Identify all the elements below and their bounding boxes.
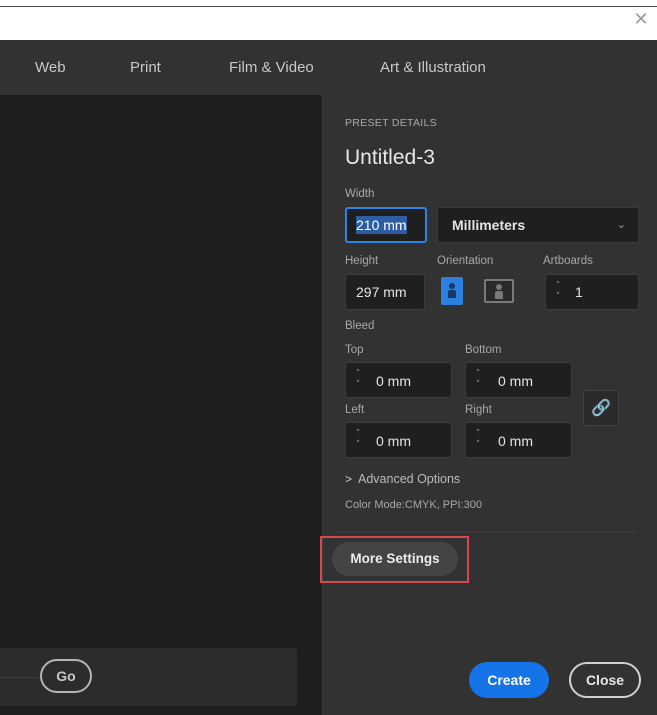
preset-details-heading: PRESET DETAILS (345, 117, 437, 129)
close-button[interactable]: Close (569, 662, 641, 698)
advanced-options-label: Advanced Options (358, 472, 461, 486)
stepper-up-icon[interactable]: ˄ (552, 281, 564, 292)
bleed-bottom-label: Bottom (465, 344, 502, 356)
bleed-label: Bleed (345, 320, 375, 332)
bleed-right-value: 0 mm (498, 433, 533, 449)
color-mode-info: Color Mode:CMYK, PPI:300 (345, 499, 482, 511)
stepper-down-icon[interactable]: ˅ (472, 440, 484, 451)
units-value: Millimeters (452, 217, 526, 233)
bleed-bottom-value: 0 mm (498, 373, 533, 389)
link-icon: 🔗 (591, 398, 611, 417)
bleed-top-label: Top (345, 344, 364, 356)
bleed-left-stepper[interactable]: ˄ ˅ (352, 429, 364, 451)
artboards-value: 1 (575, 284, 583, 300)
tab-web[interactable]: Web (35, 40, 66, 95)
chevron-right-icon: > (345, 472, 353, 486)
more-settings-button[interactable]: More Settings (332, 542, 458, 576)
height-label: Height (345, 255, 379, 267)
width-value: 210 mm (356, 216, 407, 234)
bleed-left-label: Left (345, 404, 365, 416)
advanced-options-toggle[interactable]: > Advanced Options (345, 472, 460, 486)
landscape-orientation-button[interactable] (484, 279, 514, 303)
stepper-up-icon[interactable]: ˄ (352, 369, 364, 380)
height-input[interactable]: 297 mm (345, 274, 425, 310)
portrait-icon-head (449, 283, 455, 289)
go-button[interactable]: Go (40, 659, 92, 693)
link-bleed-button[interactable]: 🔗 (583, 390, 619, 426)
create-button[interactable]: Create (469, 662, 549, 698)
tab-art-illustration[interactable]: Art & Illustration (380, 40, 486, 95)
bleed-left-value: 0 mm (376, 433, 411, 449)
width-label: Width (345, 188, 375, 200)
stepper-up-icon[interactable]: ˄ (472, 369, 484, 380)
bleed-bottom-stepper[interactable]: ˄ ˅ (472, 369, 484, 391)
units-dropdown[interactable]: Millimeters ⌄ (437, 207, 639, 243)
orientation-label: Orientation (437, 255, 494, 267)
templates-area (0, 95, 322, 715)
stepper-up-icon[interactable]: ˄ (352, 429, 364, 440)
artboards-label: Artboards (543, 255, 593, 267)
window-titlebar: ✕ (0, 0, 657, 40)
search-field-underline (0, 677, 38, 678)
width-input[interactable]: 210 mm (345, 207, 427, 243)
bleed-top-value: 0 mm (376, 373, 411, 389)
tab-print[interactable]: Print (130, 40, 161, 95)
tab-film-video[interactable]: Film & Video (229, 40, 314, 95)
bleed-right-stepper[interactable]: ˄ ˅ (472, 429, 484, 451)
landscape-icon-head (496, 284, 502, 290)
category-tabbar: Web Print Film & Video Art & Illustratio… (0, 40, 657, 95)
stepper-down-icon[interactable]: ˅ (552, 292, 564, 303)
landscape-icon-body (495, 291, 503, 299)
stepper-down-icon[interactable]: ˅ (352, 380, 364, 391)
bleed-right-label: Right (465, 404, 492, 416)
portrait-icon-body (448, 290, 456, 298)
stepper-up-icon[interactable]: ˄ (472, 429, 484, 440)
stepper-down-icon[interactable]: ˅ (472, 380, 484, 391)
bleed-top-stepper[interactable]: ˄ ˅ (352, 369, 364, 391)
portrait-orientation-button[interactable] (441, 277, 463, 305)
chevron-down-icon: ⌄ (616, 219, 626, 231)
close-icon[interactable]: ✕ (633, 11, 649, 29)
titlebar-divider (0, 6, 657, 7)
document-name-field[interactable]: Untitled-3 (345, 146, 435, 170)
artboards-stepper[interactable]: ˄ ˅ (552, 281, 564, 303)
stepper-down-icon[interactable]: ˅ (352, 440, 364, 451)
panel-divider (333, 531, 637, 532)
